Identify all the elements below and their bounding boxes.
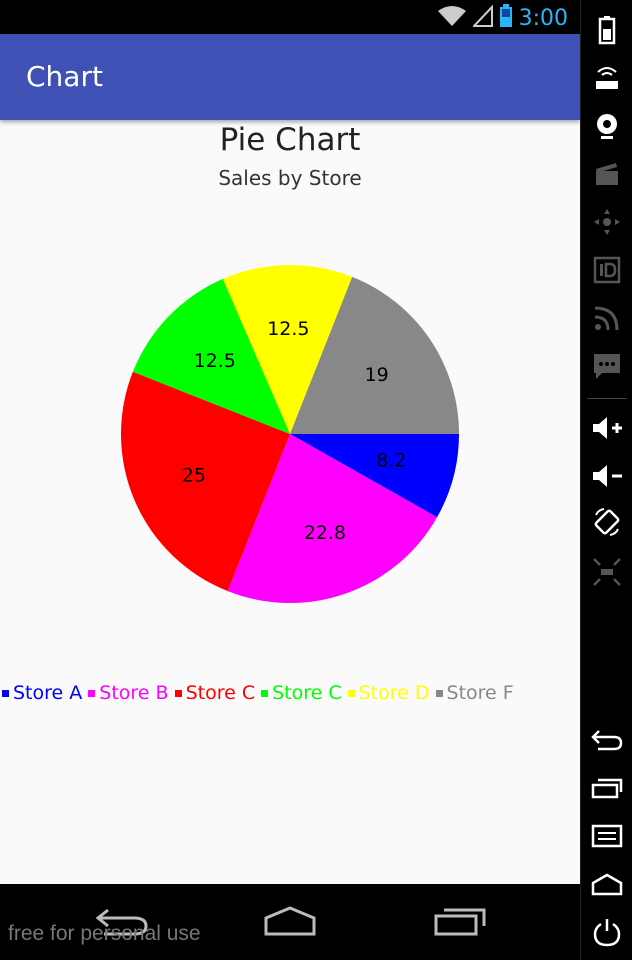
recents-control-icon[interactable] [581, 766, 632, 810]
gps-icon[interactable] [581, 56, 632, 100]
recents-icon[interactable] [432, 906, 488, 940]
volume-up-icon[interactable] [581, 406, 632, 450]
legend-label: Store F [446, 682, 514, 704]
legend-swatch [2, 689, 9, 697]
emulator-toolbar [580, 0, 632, 960]
volume-down-icon[interactable] [581, 454, 632, 498]
battery-icon [499, 4, 513, 32]
legend-swatch [88, 689, 96, 697]
dpad-icon [581, 200, 632, 244]
signal-icon [471, 4, 493, 31]
status-clock: 3:00 [518, 5, 568, 31]
app-bar: Chart [0, 34, 580, 120]
legend-item-1: Store B [88, 682, 169, 704]
slice-value-label-2: 25 [182, 465, 206, 487]
legend-label: Store C [185, 682, 256, 704]
scale-icon [581, 550, 632, 594]
app-title: Chart [26, 60, 103, 93]
chart-area: Pie Chart Sales by Store 8.2 22.8 25 12.5 12… [0, 120, 580, 884]
chart-legend: Store A Store B Store C Store C Store D Store… [2, 682, 520, 704]
slice-value-label-0: 8.2 [376, 450, 406, 472]
home-icon[interactable] [262, 906, 318, 940]
legend-label: Store D [358, 682, 430, 704]
legend-item-4: Store D [347, 682, 430, 704]
legend-label: Store B [99, 682, 169, 704]
back-control-icon[interactable] [581, 718, 632, 762]
video-icon [581, 152, 632, 196]
legend-swatch [435, 689, 443, 697]
legend-item-0: Store A [2, 682, 82, 704]
legend-label: Store C [272, 682, 342, 704]
battery-control-icon[interactable] [581, 8, 632, 52]
camera-icon[interactable] [581, 104, 632, 148]
status-bar: 3:00 [0, 0, 580, 34]
wifi-icon [437, 5, 467, 31]
slice-value-label-5: 19 [365, 364, 389, 386]
slice-value-label-4: 12.5 [267, 318, 309, 340]
watermark: free for personal use [8, 922, 201, 945]
pie-chart: 8.2 22.8 25 12.5 12.5 19 [120, 265, 459, 603]
legend-swatch [261, 689, 269, 697]
power-icon[interactable] [581, 910, 632, 954]
legend-swatch [347, 689, 355, 697]
menu-control-icon[interactable] [581, 814, 632, 858]
rotate-icon[interactable] [581, 500, 632, 544]
legend-swatch [174, 689, 182, 697]
slice-value-label-1: 22.8 [304, 522, 346, 544]
id-icon [581, 248, 632, 292]
legend-item-2: Store C [174, 682, 256, 704]
legend-item-3: Store C [261, 682, 342, 704]
home-control-icon[interactable] [581, 862, 632, 906]
legend-item-5: Store F [435, 682, 514, 704]
legend-label: Store A [13, 682, 83, 704]
rss-icon [581, 296, 632, 340]
sms-icon [581, 344, 632, 388]
slice-value-label-3: 12.5 [194, 350, 236, 372]
